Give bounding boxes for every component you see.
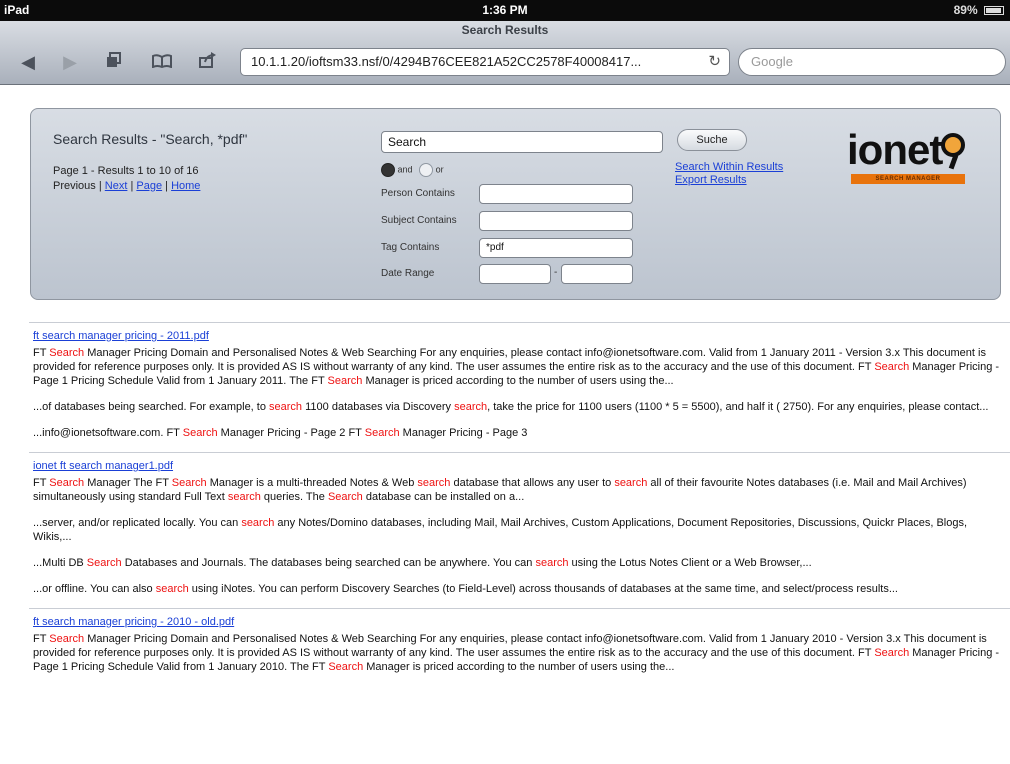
page-info: Page 1 - Results 1 to 10 of 16 (53, 165, 199, 177)
result-title-link[interactable]: ft search manager pricing - 2010 - old.p… (33, 615, 1006, 629)
logo-tagline: SEARCH MANAGER (851, 174, 965, 184)
result-item: ionet ft search manager1.pdf FT Search Ma… (29, 452, 1010, 596)
radio-or-label: or (435, 164, 444, 175)
battery-status: 89% (954, 0, 1004, 21)
radio-and-label: and (397, 164, 413, 175)
search-term-highlight: search (227, 491, 261, 503)
result-snippet: ...of databases being searched. For exam… (33, 401, 989, 413)
result-snippet: ...info@ionetsoftware.com. FT Search Man… (33, 427, 528, 439)
result-title-link[interactable]: ionet ft search manager1.pdf (33, 459, 1006, 473)
search-term-highlight: Search (328, 661, 364, 673)
search-term-highlight: search (155, 583, 189, 595)
search-term-highlight: Search (874, 361, 910, 373)
reload-icon[interactable]: ↻ (708, 49, 721, 75)
address-bar[interactable]: 10.1.1.20/ioftsm33.nsf/0/4294B76CEE821A5… (240, 48, 730, 76)
web-search-input[interactable]: Google (738, 48, 1006, 76)
suche-button[interactable]: Suche (677, 129, 747, 151)
radio-and[interactable] (381, 163, 395, 177)
panel-links: Search Within Results Export Results (675, 161, 783, 187)
search-term-highlight: Search (364, 427, 400, 439)
result-snippet: FT Search Manager Pricing Domain and Per… (33, 633, 1000, 673)
pagination-nav: Previous | Next | Page | Home (53, 180, 201, 192)
result-snippet: FT Search Manager Pricing Domain and Per… (33, 347, 1000, 387)
back-icon[interactable]: ◀ (14, 49, 42, 75)
search-term-highlight: Search (327, 375, 363, 387)
tag-field[interactable]: *pdf (479, 238, 633, 258)
share-icon[interactable] (194, 49, 222, 75)
search-term-highlight: Search (327, 491, 363, 503)
page-title: Search Results (461, 23, 549, 37)
export-results-link[interactable]: Export Results (675, 174, 783, 187)
ionet-logo: ionet SEARCH MANAGER (847, 127, 979, 187)
search-term-highlight: search (535, 557, 569, 569)
results-heading: Search Results - "Search, *pdf" (53, 131, 248, 147)
search-term-highlight: Search (874, 647, 910, 659)
home-link[interactable]: Home (171, 180, 200, 192)
search-panel: Search Results - "Search, *pdf" Page 1 -… (30, 108, 1001, 300)
and-or-toggle: and or (381, 163, 444, 177)
forward-icon[interactable]: ▶ (56, 49, 84, 75)
result-snippet: FT Search Manager The FT Search Manager … (33, 477, 967, 503)
clock: 1:36 PM (482, 3, 528, 17)
subject-label: Subject Contains (381, 215, 457, 226)
battery-percent: 89% (953, 3, 978, 17)
page-link[interactable]: Page (136, 180, 162, 192)
results-list: ft search manager pricing - 2011.pdf FT S… (29, 322, 1010, 686)
search-within-link[interactable]: Search Within Results (675, 161, 783, 174)
date-label: Date Range (381, 268, 435, 279)
search-term-highlight: Search (49, 477, 85, 489)
date-from-field[interactable] (479, 264, 551, 284)
search-term-highlight: search (417, 477, 451, 489)
date-separator: - (554, 267, 558, 278)
status-bar: iPad 1:36 PM 89% (0, 0, 1010, 21)
date-to-field[interactable] (561, 264, 633, 284)
person-label: Person Contains (381, 188, 455, 199)
search-term-highlight: search (269, 401, 303, 413)
search-term-highlight: Search (86, 557, 122, 569)
subject-field[interactable] (479, 211, 633, 231)
search-term-highlight: Search (171, 477, 207, 489)
tag-label: Tag Contains (381, 242, 440, 253)
search-term-highlight: Search (49, 633, 85, 645)
result-snippet: ...or offline. You can also search using… (33, 583, 898, 595)
url-text: 10.1.1.20/ioftsm33.nsf/0/4294B76CEE821A5… (251, 54, 642, 69)
bookmarks-icon[interactable] (148, 49, 176, 75)
result-snippet: ...server, and/or replicated locally. Yo… (33, 517, 968, 543)
search-term-highlight: Search (182, 427, 218, 439)
search-term-highlight: Search (49, 347, 85, 359)
result-item: ft search manager pricing - 2011.pdf FT S… (29, 322, 1010, 440)
search-input[interactable]: Search (381, 131, 663, 153)
next-link[interactable]: Next (105, 180, 128, 192)
person-field[interactable] (479, 184, 633, 204)
previous-label: Previous | (53, 180, 105, 192)
result-item: ft search manager pricing - 2010 - old.p… (29, 608, 1010, 674)
search-term-highlight: search (454, 401, 488, 413)
result-title-link[interactable]: ft search manager pricing - 2011.pdf (33, 329, 1006, 343)
battery-icon (984, 6, 1004, 16)
radio-or[interactable] (419, 163, 434, 177)
search-term-highlight: search (614, 477, 648, 489)
browser-toolbar: Search Results ◀ ▶ 10.1.1.20/ioftsm33.ns… (0, 21, 1010, 85)
result-snippet: ...Multi DB Search Databases and Journal… (33, 557, 812, 569)
tabs-icon[interactable] (100, 49, 128, 75)
search-term-highlight: search (241, 517, 275, 529)
